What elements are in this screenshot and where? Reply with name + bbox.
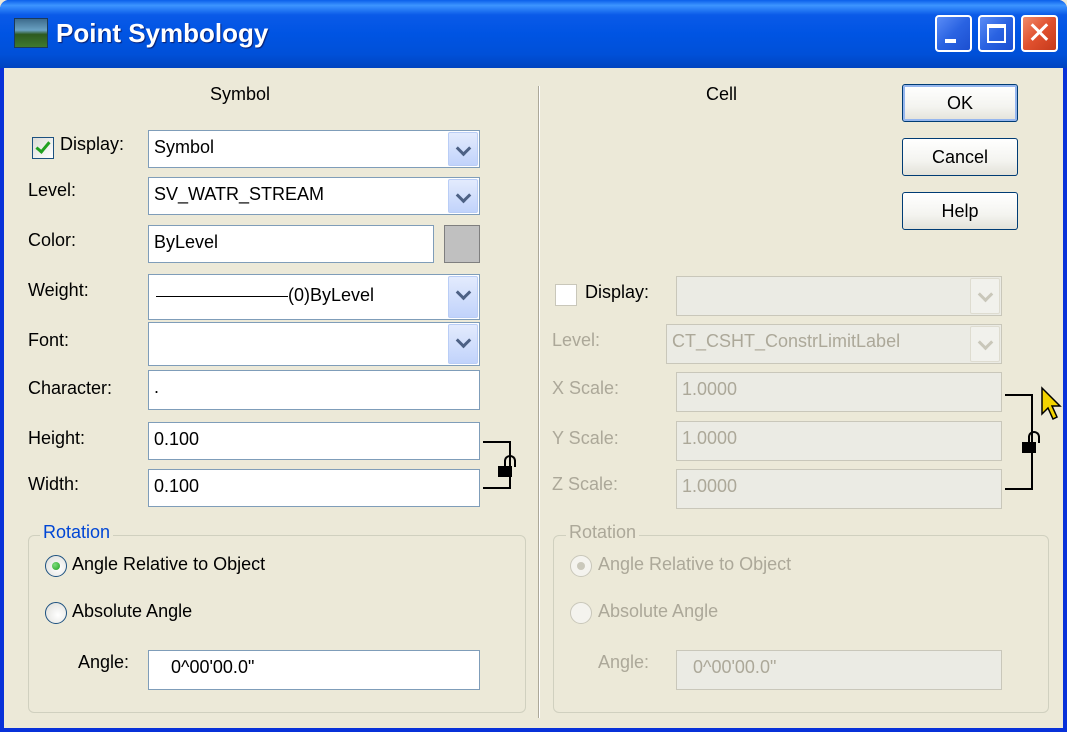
symbol-font-select[interactable] — [148, 322, 480, 366]
mouse-cursor-icon — [1041, 386, 1062, 421]
symbol-character-label: Character: — [28, 378, 113, 398]
cell-zscale-label: Z Scale: — [552, 474, 619, 494]
app-icon — [14, 18, 48, 48]
chevron-down-icon[interactable] — [970, 278, 1000, 314]
symbol-angle-field[interactable]: 0^00'00.0" — [148, 650, 480, 690]
ok-button[interactable]: OK — [902, 84, 1018, 122]
maximize-icon — [987, 24, 1006, 43]
symbol-level-value: SV_WATR_STREAM — [154, 184, 325, 204]
symbol-width-value: 0.100 — [154, 476, 200, 496]
cell-header: Cell — [706, 84, 738, 104]
symbol-level-select[interactable]: SV_WATR_STREAM — [148, 177, 480, 215]
cell-xscale-value: 1.0000 — [682, 379, 738, 399]
help-button[interactable]: Help — [902, 192, 1018, 230]
symbol-absolute-angle-radio[interactable] — [45, 602, 67, 624]
symbol-character-field[interactable]: . — [148, 370, 480, 410]
symbol-color-value: ByLevel — [154, 232, 219, 252]
chevron-down-icon[interactable] — [448, 132, 478, 166]
cell-level-label: Level: — [552, 330, 601, 350]
title-bar[interactable]: Point Symbology ✕ — [0, 0, 1067, 68]
cell-angle-field[interactable]: 0^00'00.0" — [676, 650, 1002, 690]
symbol-display-checkbox[interactable] — [32, 137, 54, 159]
symbol-height-value: 0.100 — [154, 429, 200, 449]
radio-selected-dot — [577, 562, 585, 570]
symbol-character-value: . — [154, 377, 160, 397]
cancel-button[interactable]: Cancel — [902, 138, 1018, 176]
symbol-display-value: Symbol — [154, 137, 215, 157]
cell-absolute-angle-label: Absolute Angle — [598, 601, 719, 621]
cell-xscale-label: X Scale: — [552, 378, 620, 398]
symbol-level-label: Level: — [28, 180, 77, 200]
chevron-down-icon[interactable] — [970, 326, 1000, 362]
unlock-icon[interactable] — [498, 455, 516, 477]
symbol-height-field[interactable]: 0.100 — [148, 422, 480, 460]
maximize-button[interactable] — [978, 15, 1015, 52]
close-icon: ✕ — [1026, 16, 1053, 51]
cell-display-label: Display: — [585, 282, 650, 302]
cell-angle-value: 0^00'00.0" — [693, 657, 777, 677]
cell-level-select[interactable]: CT_CSHT_ConstrLimitLabel — [666, 324, 1002, 364]
cell-absolute-angle-radio[interactable] — [570, 602, 592, 624]
minimize-button[interactable] — [935, 15, 972, 52]
cell-yscale-field[interactable]: 1.0000 — [676, 421, 1002, 461]
chevron-down-icon[interactable] — [448, 276, 478, 318]
symbol-color-label: Color: — [28, 230, 77, 250]
cell-display-checkbox[interactable] — [555, 284, 577, 306]
cell-xscale-field[interactable]: 1.0000 — [676, 372, 1002, 412]
symbol-absolute-angle-label: Absolute Angle — [72, 601, 193, 621]
symbol-weight-select[interactable]: (0)ByLevel — [148, 274, 480, 320]
symbol-display-select[interactable]: Symbol — [148, 130, 480, 168]
cell-yscale-label: Y Scale: — [552, 428, 619, 448]
symbol-color-field[interactable]: ByLevel — [148, 225, 434, 263]
weight-line-sample — [156, 295, 288, 297]
checkmark-icon — [35, 138, 51, 154]
symbol-angle-label: Angle: — [78, 652, 130, 672]
symbol-angle-relative-radio[interactable] — [45, 555, 67, 577]
cell-level-value: CT_CSHT_ConstrLimitLabel — [672, 331, 901, 351]
cell-angle-relative-radio[interactable] — [570, 555, 592, 577]
cell-angle-relative-label: Angle Relative to Object — [598, 554, 792, 574]
unlock-icon[interactable] — [1022, 431, 1040, 453]
symbol-width-field[interactable]: 0.100 — [148, 469, 480, 507]
cell-yscale-value: 1.0000 — [682, 428, 738, 448]
close-button[interactable]: ✕ — [1021, 15, 1058, 52]
symbol-display-label: Display: — [60, 134, 125, 154]
symbol-rotation-legend: Rotation — [40, 522, 114, 543]
cell-display-select[interactable] — [676, 276, 1002, 316]
radio-selected-dot — [52, 562, 60, 570]
cell-rotation-legend: Rotation — [566, 522, 640, 543]
symbol-angle-relative-label: Angle Relative to Object — [72, 554, 266, 574]
symbol-angle-value: 0^00'00.0" — [171, 657, 255, 677]
symbol-font-label: Font: — [28, 330, 70, 350]
symbol-weight-label: Weight: — [28, 280, 89, 300]
symbol-height-label: Height: — [28, 428, 86, 448]
minimize-icon — [945, 39, 956, 43]
color-swatch-button[interactable] — [444, 225, 480, 263]
chevron-down-icon[interactable] — [448, 324, 478, 364]
cell-zscale-value: 1.0000 — [682, 476, 738, 496]
window-title: Point Symbology — [56, 18, 269, 48]
chevron-down-icon[interactable] — [448, 179, 478, 213]
cell-angle-label: Angle: — [598, 652, 650, 672]
symbol-width-label: Width: — [28, 474, 80, 494]
symbol-header: Symbol — [210, 84, 271, 104]
symbol-weight-value: (0)ByLevel — [288, 285, 375, 305]
section-divider — [538, 86, 540, 718]
cell-zscale-field[interactable]: 1.0000 — [676, 469, 1002, 509]
